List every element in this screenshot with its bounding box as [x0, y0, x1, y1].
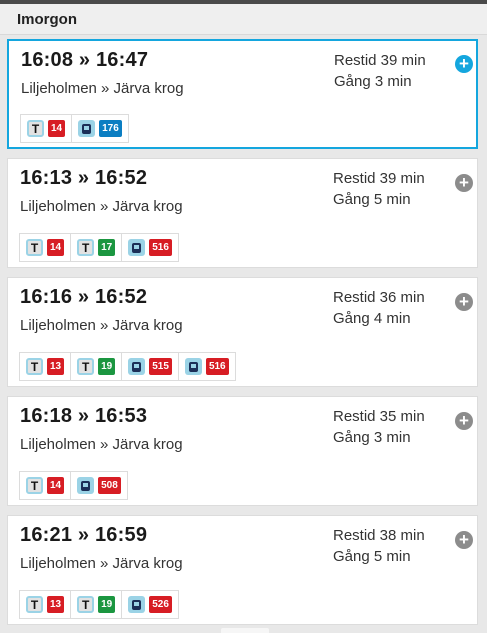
expand-trip-icon[interactable]: +: [455, 531, 473, 549]
trip-legs: T 14 T 17 516: [19, 233, 179, 262]
travel-time: Restid 36 min: [333, 289, 425, 306]
metro-icon: T: [77, 596, 95, 613]
line-number-badge: 14: [48, 120, 66, 137]
bus-icon: [78, 120, 96, 137]
trip-route: Liljeholmen » Järva krog: [20, 555, 183, 572]
line-number-badge: 13: [47, 596, 65, 613]
trip-leg: T 14: [21, 115, 73, 142]
walk-time: Gång 5 min: [333, 548, 411, 565]
metro-icon: T: [26, 596, 43, 613]
trip-leg: 508: [71, 472, 127, 499]
trip-card[interactable]: 16:16 » 16:52 Liljeholmen » Järva krog Res…: [7, 277, 478, 387]
line-number-badge: 176: [99, 120, 122, 137]
line-number-badge: 14: [47, 239, 65, 256]
walk-time: Gång 4 min: [333, 310, 411, 327]
trip-leg: 526: [122, 591, 178, 618]
bus-icon: [128, 358, 146, 375]
trip-leg: 516: [122, 234, 178, 261]
trip-duration-info: Restid 35 min Gång 3 min: [333, 406, 425, 448]
trip-times: 16:16 » 16:52: [20, 286, 148, 308]
trip-route: Liljeholmen » Järva krog: [20, 436, 183, 453]
trip-times: 16:08 » 16:47: [21, 49, 149, 71]
trip-times: 16:13 » 16:52: [20, 167, 148, 189]
bus-icon: [128, 596, 146, 613]
trip-duration-info: Restid 39 min Gång 3 min: [334, 50, 426, 92]
trip-times: 16:18 » 16:53: [20, 405, 148, 427]
trip-card[interactable]: 16:13 » 16:52 Liljeholmen » Järva krog Res…: [7, 158, 478, 268]
metro-icon: T: [26, 477, 43, 494]
line-number-badge: 19: [98, 596, 116, 613]
walk-time: Gång 3 min: [333, 429, 411, 446]
trip-leg: 176: [72, 115, 128, 142]
section-header: Imorgon: [0, 4, 487, 35]
trip-legs: T 14 176: [20, 114, 129, 143]
trip-card[interactable]: 16:21 » 16:59 Liljeholmen » Järva krog Res…: [7, 515, 478, 625]
line-number-badge: 19: [98, 358, 116, 375]
line-number-badge: 516: [205, 358, 229, 375]
trip-duration-info: Restid 38 min Gång 5 min: [333, 525, 425, 567]
walk-time: Gång 5 min: [333, 191, 411, 208]
trip-leg: 516: [179, 353, 235, 380]
trip-legs: T 14 508: [19, 471, 128, 500]
line-number-badge: 516: [149, 239, 172, 256]
expand-trip-icon[interactable]: +: [455, 293, 473, 311]
metro-icon: T: [26, 358, 43, 375]
travel-time: Restid 35 min: [333, 408, 425, 425]
metro-icon: T: [27, 120, 44, 137]
trip-leg: 515: [122, 353, 179, 380]
trip-route: Liljeholmen » Järva krog: [20, 317, 183, 334]
trip-route: Liljeholmen » Järva krog: [20, 198, 183, 215]
section-title: Imorgon: [17, 11, 77, 28]
trip-duration-info: Restid 36 min Gång 4 min: [333, 287, 425, 329]
line-number-badge: 508: [98, 477, 121, 494]
trip-card[interactable]: 16:08 » 16:47 Liljeholmen » Järva krog Res…: [7, 39, 478, 149]
metro-icon: T: [77, 239, 95, 256]
line-number-badge: 17: [98, 239, 116, 256]
trip-leg: T 14: [20, 472, 72, 499]
bus-icon: [184, 358, 202, 375]
trip-leg: T 17: [71, 234, 123, 261]
trip-legs: T 13 T 19 515 516: [19, 352, 236, 381]
bus-icon: [128, 239, 146, 256]
trip-route: Liljeholmen » Järva krog: [21, 80, 184, 97]
travel-time: Restid 38 min: [333, 527, 425, 544]
travel-time: Restid 39 min: [333, 170, 425, 187]
scroll-tab-handle[interactable]: [221, 628, 269, 633]
trip-leg: T 19: [71, 591, 123, 618]
trip-leg: T 13: [20, 591, 72, 618]
line-number-badge: 515: [149, 358, 172, 375]
trip-leg: T 14: [20, 234, 72, 261]
trip-card[interactable]: 16:18 » 16:53 Liljeholmen » Järva krog Res…: [7, 396, 478, 506]
line-number-badge: 13: [47, 358, 65, 375]
trip-legs: T 13 T 19 526: [19, 590, 179, 619]
trip-leg: T 19: [71, 353, 123, 380]
metro-icon: T: [77, 358, 95, 375]
trip-duration-info: Restid 39 min Gång 5 min: [333, 168, 425, 210]
walk-time: Gång 3 min: [334, 73, 412, 90]
trip-times: 16:21 » 16:59: [20, 524, 148, 546]
bus-icon: [77, 477, 95, 494]
line-number-badge: 14: [47, 477, 65, 494]
metro-icon: T: [26, 239, 43, 256]
expand-trip-icon[interactable]: +: [455, 412, 473, 430]
expand-trip-icon[interactable]: +: [455, 55, 473, 73]
line-number-badge: 526: [149, 596, 172, 613]
trip-leg: T 13: [20, 353, 72, 380]
expand-trip-icon[interactable]: +: [455, 174, 473, 192]
travel-time: Restid 39 min: [334, 52, 426, 69]
